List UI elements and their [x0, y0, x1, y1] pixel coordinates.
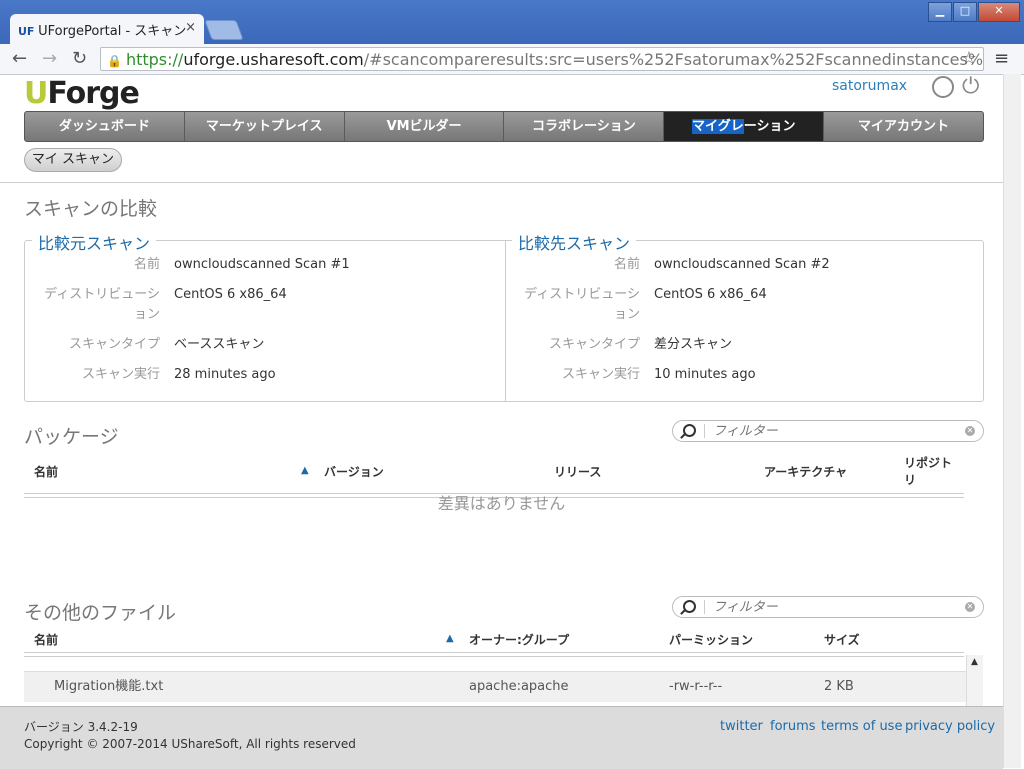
- file-owner: apache:apache: [469, 679, 569, 694]
- pkg-col-release[interactable]: リリース: [554, 463, 601, 480]
- nav-marketplace[interactable]: マーケットプレイス: [185, 112, 345, 141]
- lock-icon: 🔒: [107, 54, 122, 68]
- panel-divider: [505, 241, 506, 401]
- footer-link-terms[interactable]: terms of use: [821, 719, 902, 734]
- nav-collaboration[interactable]: コラボレーション: [504, 112, 665, 141]
- footer-link-twitter[interactable]: twitter: [720, 719, 763, 734]
- label-distribution: ディストリビューシ ョン: [524, 287, 640, 322]
- pkg-col-version[interactable]: バージョン: [324, 463, 384, 480]
- url-path: /#scancompareresults:src=users%252Fsator…: [363, 50, 984, 69]
- page-scrollbar[interactable]: [1003, 74, 1021, 768]
- new-tab-button[interactable]: [204, 20, 244, 40]
- file-col-name[interactable]: 名前: [34, 631, 58, 648]
- compare-panel: [24, 240, 984, 402]
- subnav-my-scan[interactable]: マイ スキャン: [24, 148, 122, 172]
- packages-filter-input[interactable]: [713, 423, 953, 438]
- address-bar[interactable]: 🔒 https://uforge.usharesoft.com/#scancomp…: [100, 47, 984, 71]
- source-distribution: CentOS 6 x86_64: [174, 287, 287, 302]
- files-filter[interactable]: ✕: [672, 596, 984, 618]
- nav-vm-builder[interactable]: VMビルダー: [345, 112, 505, 141]
- maximize-icon[interactable]: □: [953, 2, 977, 22]
- file-size: 2 KB: [824, 679, 854, 694]
- nav-my-account[interactable]: マイアカウント: [824, 112, 983, 141]
- source-scan-type: ベーススキャン: [174, 337, 265, 352]
- table-row[interactable]: Migration機能.txt apache:apache -rw-r--r--…: [24, 671, 966, 702]
- file-col-owner[interactable]: オーナー:グループ: [469, 631, 569, 648]
- target-scan-run: 10 minutes ago: [654, 367, 756, 382]
- files-table-body: Migration機能.txt apache:apache -rw-r--r--…: [24, 655, 966, 713]
- browser-toolbar: ← → ↻ 🔒 https://uforge.usharesoft.com/#sc…: [0, 44, 1024, 75]
- file-name: Migration機能.txt: [54, 679, 164, 694]
- label-distribution: ディストリビューシ ョン: [44, 287, 160, 322]
- forward-icon[interactable]: →: [42, 48, 57, 69]
- nav-migration[interactable]: マイグレーション: [664, 112, 825, 141]
- label-name: 名前: [613, 257, 640, 272]
- source-name: owncloudscanned Scan #1: [174, 257, 350, 272]
- label-scan-type: スキャンタイプ: [68, 337, 160, 352]
- packages-filter[interactable]: ✕: [672, 420, 984, 442]
- browser-titlebar: UF UForgePortal - スキャン × ▁ □ ✕: [0, 0, 1024, 44]
- label-scan-run: スキャン実行: [561, 367, 640, 382]
- reload-icon[interactable]: ↻: [72, 48, 87, 69]
- power-icon[interactable]: ⏻: [962, 74, 979, 99]
- clear-icon[interactable]: ✕: [965, 602, 975, 612]
- search-icon: [683, 600, 696, 613]
- scroll-up-icon[interactable]: ▲: [971, 657, 978, 667]
- label-scan-type: スキャンタイプ: [548, 337, 640, 352]
- footer: バージョン 3.4.2-19 Copyright © 2007-2014 USh…: [0, 706, 1003, 769]
- footer-version: バージョン 3.4.2-19: [24, 720, 138, 734]
- source-scan-run: 28 minutes ago: [174, 367, 276, 382]
- target-name: owncloudscanned Scan #2: [654, 257, 830, 272]
- tab-title: UForgePortal - スキャン: [38, 24, 187, 39]
- uforge-favicon-icon: UF: [18, 25, 35, 38]
- label-name: 名前: [133, 257, 160, 272]
- tab-close-icon[interactable]: ×: [185, 20, 196, 35]
- minimize-icon[interactable]: ▁: [928, 2, 952, 22]
- browser-tab[interactable]: UF UForgePortal - スキャン ×: [10, 14, 204, 44]
- packages-empty-message: 差異はありません: [437, 494, 566, 513]
- page-title: スキャンの比較: [24, 198, 158, 220]
- url-host: uforge.usharesoft.com: [183, 50, 364, 69]
- pkg-col-repo[interactable]: リポジトリ: [904, 455, 952, 489]
- packages-title: パッケージ: [24, 426, 119, 448]
- file-permission: -rw-r--r--: [669, 679, 723, 694]
- files-title: その他のファイル: [24, 602, 177, 624]
- footer-link-privacy[interactable]: privacy policy: [905, 719, 995, 734]
- clear-icon[interactable]: ✕: [965, 426, 975, 436]
- header-divider: [0, 182, 1003, 183]
- source-scan-title: 比較元スキャン: [32, 230, 157, 254]
- target-scan-title: 比較先スキャン: [512, 230, 637, 254]
- target-distribution: CentOS 6 x86_64: [654, 287, 767, 302]
- footer-copyright: Copyright © 2007-2014 UShareSoft, All ri…: [24, 737, 356, 751]
- bookmark-star-icon[interactable]: ☆: [961, 48, 977, 69]
- target-scan-type: 差分スキャン: [654, 337, 733, 352]
- close-window-icon[interactable]: ✕: [978, 2, 1020, 22]
- label-scan-run: スキャン実行: [81, 367, 160, 382]
- username-link[interactable]: satorumax: [832, 78, 907, 94]
- browser-menu-icon[interactable]: ≡: [994, 48, 1009, 69]
- pkg-col-arch[interactable]: アーキテクチャ: [764, 463, 847, 480]
- pkg-col-name[interactable]: 名前: [34, 463, 58, 480]
- main-nav: ダッシュボード マーケットプレイス VMビルダー コラボレーション マイグレーシ…: [24, 111, 984, 142]
- search-icon: [683, 424, 696, 437]
- sort-asc-icon[interactable]: ▲: [446, 633, 454, 644]
- files-table-scrollbar[interactable]: ▲: [966, 655, 983, 713]
- files-filter-input[interactable]: [713, 599, 953, 614]
- uforge-logo: UForge: [24, 76, 140, 111]
- sort-asc-icon[interactable]: ▲: [301, 465, 309, 476]
- globe-icon[interactable]: [932, 76, 954, 98]
- back-icon[interactable]: ←: [12, 48, 27, 69]
- nav-dashboard[interactable]: ダッシュボード: [25, 112, 185, 141]
- file-col-permission[interactable]: パーミッション: [669, 631, 753, 648]
- footer-link-forums[interactable]: forums: [770, 719, 816, 734]
- file-col-size[interactable]: サイズ: [824, 631, 860, 648]
- url-scheme: https://: [125, 50, 184, 69]
